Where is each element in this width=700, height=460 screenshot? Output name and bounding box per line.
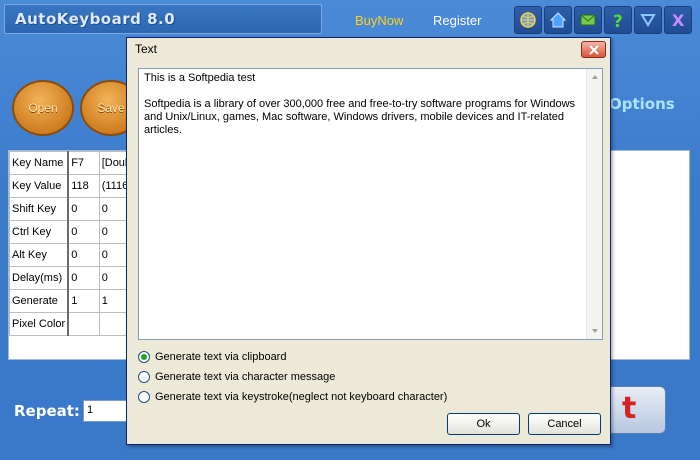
repeat-label: Repeat: <box>14 402 80 420</box>
close-icon <box>588 44 599 55</box>
cell-value[interactable]: 0 <box>67 220 100 244</box>
start-button[interactable]: t <box>606 386 666 434</box>
app-title: AutoKeyboard 8.0 <box>15 10 176 28</box>
text-dialog: Text This is a Softpedia test Softpedia … <box>126 37 611 445</box>
table-row[interactable]: Ctrl Key 0 0 <box>9 220 135 244</box>
minimize-icon[interactable] <box>634 6 662 34</box>
svg-text:X: X <box>672 11 685 30</box>
cell-value[interactable] <box>67 312 100 336</box>
cancel-button[interactable]: Cancel <box>528 413 601 435</box>
table-row[interactable]: Pixel Color <box>9 312 135 336</box>
options-button[interactable]: Options <box>609 95 675 113</box>
row-label: Key Name <box>9 151 70 175</box>
row-label: Delay(ms) <box>9 266 70 290</box>
row-label: Alt Key <box>9 243 70 267</box>
table-row[interactable]: Generate 1 1 <box>9 289 135 313</box>
table-row[interactable]: Key Name F7 [Doub <box>9 151 135 175</box>
cell-value[interactable]: 0 <box>67 197 100 221</box>
text-content[interactable]: This is a Softpedia test Softpedia is a … <box>144 72 584 137</box>
key-properties-table: Key Name F7 [Doub Key Value 118 (1116) Shift… <box>9 151 135 336</box>
start-glyph: t <box>622 391 637 426</box>
text-paragraph: This is a Softpedia test <box>144 72 256 84</box>
table-row[interactable]: Key Value 118 (1116) <box>9 174 135 198</box>
table-row[interactable]: Delay(ms) 0 0 <box>9 266 135 290</box>
cell-value[interactable]: 118 <box>67 174 100 198</box>
text-paragraph: Softpedia is a library of over 300,000 f… <box>144 98 576 136</box>
option-keystroke[interactable]: Generate text via keystroke(neglect not … <box>138 389 447 405</box>
help-icon[interactable]: ? <box>604 6 632 34</box>
home-icon[interactable] <box>544 6 572 34</box>
register-link[interactable]: Register <box>433 13 481 28</box>
radio-button[interactable] <box>138 391 150 403</box>
row-label: Generate <box>9 289 70 313</box>
ok-button[interactable]: Ok <box>447 413 520 435</box>
cell-value[interactable]: F7 <box>67 151 100 175</box>
row-label: Key Value <box>9 174 70 198</box>
option-character-message[interactable]: Generate text via character message <box>138 369 335 385</box>
option-clipboard[interactable]: Generate text via clipboard <box>138 349 286 365</box>
window-toolbar: ? X <box>514 6 692 34</box>
radio-button[interactable] <box>138 371 150 383</box>
scroll-up-icon[interactable] <box>591 73 599 81</box>
row-label: Shift Key <box>9 197 70 221</box>
row-label: Ctrl Key <box>9 220 70 244</box>
cell-value[interactable]: 0 <box>67 243 100 267</box>
row-label: Pixel Color <box>9 312 70 336</box>
vertical-scrollbar[interactable] <box>586 69 602 339</box>
dialog-title: Text <box>135 42 158 56</box>
mail-icon[interactable] <box>574 6 602 34</box>
cell-value[interactable]: 0 <box>67 266 100 290</box>
title-bar: AutoKeyboard 8.0 <box>4 4 322 34</box>
option-label: Generate text via clipboard <box>155 351 287 363</box>
table-row[interactable]: Shift Key 0 0 <box>9 197 135 221</box>
option-label: Generate text via keystroke(neglect not … <box>155 391 448 403</box>
text-input-area[interactable]: This is a Softpedia test Softpedia is a … <box>138 68 603 340</box>
close-icon[interactable]: X <box>664 6 692 34</box>
open-button[interactable]: Open <box>12 80 74 136</box>
dialog-close-button[interactable] <box>581 41 606 58</box>
table-row[interactable]: Alt Key 0 0 <box>9 243 135 267</box>
scroll-down-icon[interactable] <box>591 327 599 335</box>
radio-button[interactable] <box>138 351 150 363</box>
buynow-link[interactable]: BuyNow <box>355 13 403 28</box>
option-label: Generate text via character message <box>155 371 336 383</box>
cell-value[interactable]: 1 <box>67 289 100 313</box>
globe-icon[interactable] <box>514 6 542 34</box>
svg-text:?: ? <box>613 12 623 30</box>
